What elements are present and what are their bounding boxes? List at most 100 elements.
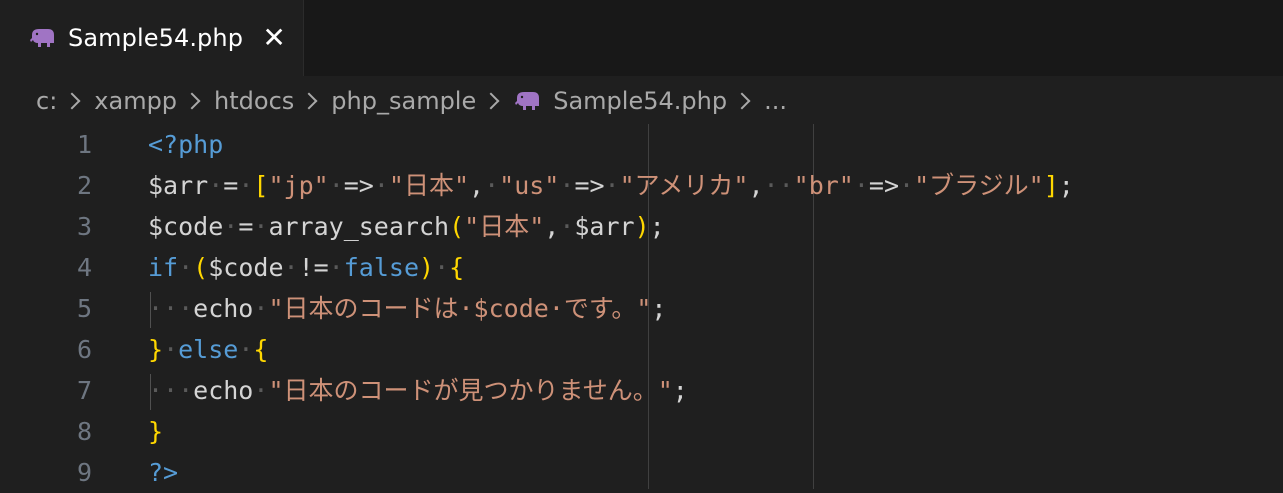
whitespace-marker: ·	[223, 212, 239, 241]
code-text: }	[148, 411, 163, 452]
whitespace-marker: ·	[559, 171, 575, 200]
code-token: "br"	[793, 171, 854, 200]
line-number: 3	[76, 212, 92, 241]
line-number: 9	[76, 458, 92, 487]
line-number: 8	[76, 417, 92, 446]
code-line[interactable]: 3 $code·=·array_search("日本",·$arr);	[0, 206, 1283, 247]
breadcrumb: c: xampp htdocs php_sample Sample54.php …	[0, 80, 1283, 122]
line-number: 6	[76, 335, 92, 364]
code-token: ·です。"	[548, 294, 652, 323]
code-token: "日本"	[464, 212, 545, 241]
code-text: if·($code·!=·false)·{	[148, 247, 464, 288]
code-token: =	[223, 171, 239, 200]
code-editor[interactable]: 1 <?php 2 $arr·=·["jp"·=>·"日本",·"us"·=>·"アメ…	[0, 124, 1283, 489]
php-elephant-icon	[513, 90, 541, 112]
tab-title: Sample54.php	[68, 24, 244, 52]
tab-bar: Sample54.php ✕	[0, 0, 1283, 76]
code-token: echo	[193, 376, 254, 405]
tab-sample54[interactable]: Sample54.php ✕	[0, 0, 304, 76]
line-number: 7	[76, 376, 92, 405]
php-elephant-icon	[28, 27, 56, 49]
code-token: !=	[298, 253, 329, 282]
close-icon[interactable]: ✕	[261, 24, 287, 52]
code-token: "日本のコードは·	[268, 294, 474, 323]
whitespace-marker: ·	[208, 171, 224, 200]
code-token: (	[449, 212, 465, 241]
code-token: $code	[148, 212, 224, 241]
code-token: =>	[868, 171, 900, 200]
code-token: ,	[748, 171, 764, 200]
code-token: "us"	[499, 171, 560, 200]
code-token: "ブラジル"	[914, 171, 1044, 200]
code-token: $code	[208, 253, 284, 282]
code-token: =	[238, 212, 254, 241]
code-token: [	[253, 171, 269, 200]
chevron-right-icon	[183, 92, 201, 110]
chevron-right-icon	[733, 92, 751, 110]
code-text: }·else·{	[148, 329, 268, 370]
whitespace-marker: ·	[604, 171, 620, 200]
code-token: {	[449, 253, 465, 282]
code-token: ;	[649, 212, 665, 241]
whitespace-marker: ·	[373, 171, 389, 200]
code-token: =>	[574, 171, 605, 200]
code-token: )	[634, 212, 650, 241]
whitespace-marker: ·	[163, 335, 179, 364]
chevron-right-icon	[63, 92, 81, 110]
breadcrumb-item-xampp[interactable]: xampp	[94, 87, 177, 115]
code-line[interactable]: 9 ?>	[0, 452, 1283, 493]
code-line[interactable]: 2 $arr·=·["jp"·=>·"日本",·"us"·=>·"アメリカ",··…	[0, 165, 1283, 206]
whitespace-marker: ·	[253, 294, 269, 323]
code-token: "アメリカ"	[619, 171, 749, 200]
code-line[interactable]: 4 if·($code·!=·false)·{	[0, 247, 1283, 288]
code-line[interactable]: 5 ···echo·"日本のコードは·$code·です。";	[0, 288, 1283, 329]
code-token: ;	[651, 294, 667, 323]
code-token: ?>	[148, 458, 179, 487]
code-text: $arr·=·["jp"·=>·"日本",·"us"·=>·"アメリカ",··"…	[148, 165, 1074, 206]
code-token: ,	[469, 171, 485, 200]
chevron-right-icon	[300, 92, 318, 110]
whitespace-marker: ·	[328, 171, 344, 200]
code-token: }	[148, 335, 164, 364]
chevron-right-icon	[482, 92, 500, 110]
whitespace-marker: ·	[899, 171, 915, 200]
code-token: if	[148, 253, 179, 282]
code-token: (	[193, 253, 209, 282]
code-token: {	[253, 335, 269, 364]
code-token: ,	[544, 212, 560, 241]
code-token: "jp"	[268, 171, 329, 200]
breadcrumb-item-htdocs[interactable]: htdocs	[214, 87, 294, 115]
breadcrumb-item-php-sample[interactable]: php_sample	[331, 87, 476, 115]
code-token: )	[419, 253, 435, 282]
whitespace-marker: ·	[484, 171, 500, 200]
whitespace-marker: ···	[148, 376, 194, 405]
breadcrumb-item-symbols[interactable]: ...	[764, 87, 787, 115]
breadcrumb-item-c[interactable]: c:	[36, 87, 57, 115]
code-line[interactable]: 8}	[0, 411, 1283, 452]
code-token: $arr	[148, 171, 209, 200]
code-text: <?php	[148, 124, 223, 165]
line-number: 2	[76, 171, 92, 200]
code-line[interactable]: 7 ···echo·"日本のコードが見つかりません。";	[0, 370, 1283, 411]
whitespace-marker: ·	[253, 212, 269, 241]
breadcrumb-item-file[interactable]: Sample54.php	[553, 87, 727, 115]
whitespace-marker: ··	[763, 171, 794, 200]
whitespace-marker: ·	[328, 253, 344, 282]
code-text: ···echo·"日本のコードが見つかりません。";	[148, 370, 688, 411]
code-token: <?php	[148, 130, 224, 159]
line-number: 4	[76, 253, 92, 282]
code-token: "日本のコードが見つかりません。"	[268, 376, 673, 405]
code-line[interactable]: 1 <?php	[0, 124, 1283, 165]
code-text: ···echo·"日本のコードは·$code·です。";	[148, 288, 666, 329]
whitespace-marker: ·	[853, 171, 869, 200]
code-token: $code	[473, 294, 549, 323]
whitespace-marker: ·	[559, 212, 575, 241]
whitespace-marker: ·	[178, 253, 194, 282]
code-token: array_search	[268, 212, 450, 241]
code-token: false	[343, 253, 419, 282]
code-token: echo	[193, 294, 254, 323]
code-line[interactable]: 6 }·else·{	[0, 329, 1283, 370]
code-text: ?>	[148, 452, 178, 493]
code-token: =>	[343, 171, 374, 200]
whitespace-marker: ·	[238, 335, 254, 364]
